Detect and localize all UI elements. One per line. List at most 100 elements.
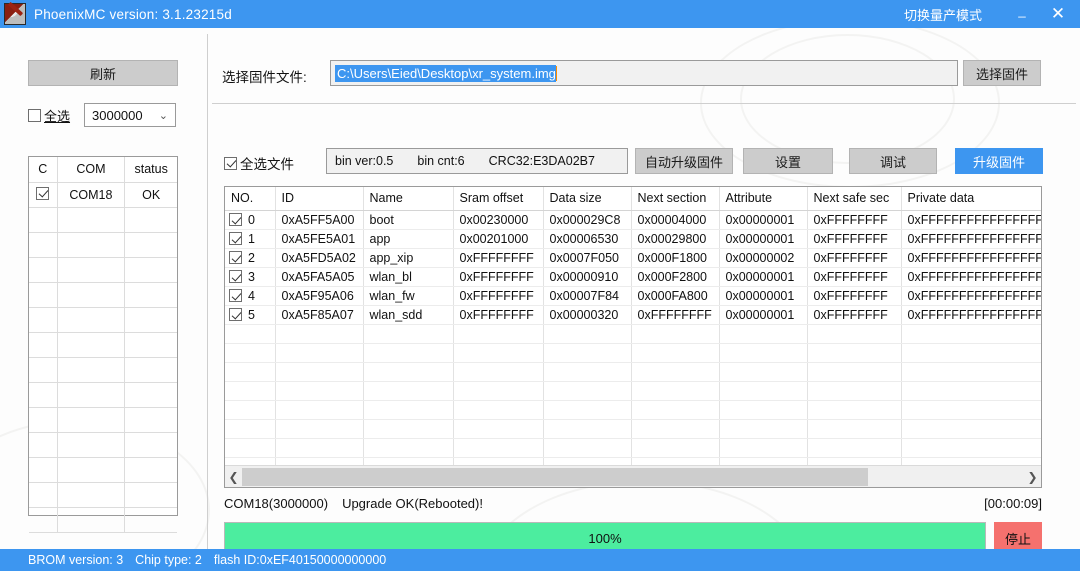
com-table-empty-row	[29, 207, 177, 232]
com-row-checkbox-cell[interactable]	[29, 182, 57, 207]
grid-cell-name: boot	[363, 210, 453, 229]
select-all-ports-checkbox[interactable]	[28, 109, 41, 122]
grid-header-private-data: Private data	[901, 187, 1041, 210]
com-port-table[interactable]: C COM status COM18OK	[28, 156, 178, 516]
grid-cell-id: 0xA5FA5A05	[275, 267, 363, 286]
firmware-path-input[interactable]: C:\Users\Eied\Desktop\xr_system.img	[330, 60, 958, 86]
scroll-right-icon[interactable]: ❯	[1024, 467, 1041, 487]
grid-row-checkbox[interactable]	[229, 270, 242, 283]
grid-row-checkbox[interactable]	[229, 232, 242, 245]
grid-cell-next-section: 0x000FA800	[631, 286, 719, 305]
upgrade-firmware-button[interactable]: 升级固件	[955, 148, 1043, 174]
app-logo-icon	[4, 3, 26, 25]
grid-header-sram-offset: Sram offset	[453, 187, 543, 210]
grid-cell-next-safe-sec: 0xFFFFFFFF	[807, 267, 901, 286]
select-all-files-label: 全选文件	[240, 153, 294, 173]
auto-upgrade-firmware-button[interactable]: 自动升级固件	[635, 148, 733, 174]
com-header-status: status	[125, 157, 177, 182]
grid-row[interactable]: 40xA5F95A06wlan_fw0xFFFFFFFF0x00007F840x…	[225, 286, 1041, 305]
grid-cell-sram-offset: 0xFFFFFFFF	[453, 305, 543, 324]
minimize-icon[interactable]: _	[1004, 0, 1040, 28]
grid-cell-private-data: 0xFFFFFFFFFFFFFFFFFF	[901, 210, 1041, 229]
close-icon[interactable]: ✕	[1040, 0, 1076, 28]
status-elapsed-time: [00:00:09]	[984, 496, 1042, 511]
grid-cell-attribute: 0x00000001	[719, 286, 807, 305]
grid-cell-no[interactable]: 5	[225, 305, 275, 324]
com-table-header-row: C COM status	[29, 157, 177, 182]
grid-row[interactable]: 50xA5F85A07wlan_sdd0xFFFFFFFF0x000003200…	[225, 305, 1041, 324]
baudrate-select[interactable]: 3000000 ⌄	[84, 103, 176, 127]
grid-cell-name: app	[363, 229, 453, 248]
scrollbar-thumb[interactable]	[242, 468, 868, 486]
text-caret	[556, 66, 557, 81]
select-all-ports-row[interactable]: 全选	[28, 106, 70, 125]
grid-row[interactable]: 20xA5FD5A02app_xip0xFFFFFFFF0x0007F0500x…	[225, 248, 1041, 267]
grid-cell-next-section: 0x000F1800	[631, 248, 719, 267]
grid-cell-no[interactable]: 0	[225, 210, 275, 229]
grid-cell-id: 0xA5F85A07	[275, 305, 363, 324]
com-table-row[interactable]: COM18OK	[29, 182, 177, 207]
bin-count-text: bin cnt:6	[417, 154, 464, 168]
switch-production-mode-button[interactable]: 切换量产模式	[904, 5, 982, 24]
grid-cell-next-section: 0xFFFFFFFF	[631, 305, 719, 324]
com-table-empty-row	[29, 357, 177, 382]
debug-button[interactable]: 调试	[849, 148, 937, 174]
chevron-down-icon: ⌄	[159, 109, 168, 122]
grid-cell-attribute: 0x00000001	[719, 305, 807, 324]
com-row-checkbox[interactable]	[36, 187, 49, 200]
grid-row[interactable]: 30xA5FA5A05wlan_bl0xFFFFFFFF0x000009100x…	[225, 267, 1041, 286]
grid-horizontal-scrollbar[interactable]: ❮ ❯	[225, 465, 1041, 487]
grid-cell-name: wlan_fw	[363, 286, 453, 305]
grid-cell-no[interactable]: 4	[225, 286, 275, 305]
status-port-info: COM18(3000000)	[224, 496, 328, 511]
grid-cell-data-size: 0x00006530	[543, 229, 631, 248]
select-all-files-row[interactable]: 全选文件	[224, 153, 294, 173]
grid-empty-row	[225, 381, 1041, 400]
refresh-button[interactable]: 刷新	[28, 60, 178, 86]
grid-header-id: ID	[275, 187, 363, 210]
grid-row-number: 5	[248, 308, 255, 322]
grid-row-number: 3	[248, 270, 255, 284]
grid-row-checkbox[interactable]	[229, 308, 242, 321]
grid-cell-name: wlan_sdd	[363, 305, 453, 324]
grid-header-next-safe-sec: Next safe sec	[807, 187, 901, 210]
com-table-empty-row	[29, 382, 177, 407]
grid-row[interactable]: 10xA5FE5A01app0x002010000x000065300x0002…	[225, 229, 1041, 248]
grid-cell-sram-offset: 0x00201000	[453, 229, 543, 248]
grid-row[interactable]: 00xA5FF5A00boot0x002300000x000029C80x000…	[225, 210, 1041, 229]
grid-header-next-section: Next section	[631, 187, 719, 210]
grid-cell-attribute: 0x00000002	[719, 248, 807, 267]
bin-info-field: bin ver:0.5 bin cnt:6 CRC32:E3DA02B7	[326, 148, 628, 174]
com-header-c: C	[29, 157, 57, 182]
select-all-files-checkbox[interactable]	[224, 157, 237, 170]
grid-row-checkbox[interactable]	[229, 213, 242, 226]
scrollbar-track[interactable]	[242, 467, 1024, 487]
grid-header-attribute: Attribute	[719, 187, 807, 210]
grid-cell-private-data: 0xFFFFFFFFFFFFFFFFFF	[901, 305, 1041, 324]
bottom-status-bar: BROM version: 3 Chip type: 2 flash ID:0x…	[0, 549, 1080, 571]
grid-row-number: 4	[248, 289, 255, 303]
grid-row-checkbox[interactable]	[229, 289, 242, 302]
grid-cell-no[interactable]: 3	[225, 267, 275, 286]
firmware-file-label: 选择固件文件:	[222, 66, 307, 86]
grid-cell-sram-offset: 0xFFFFFFFF	[453, 286, 543, 305]
grid-cell-no[interactable]: 2	[225, 248, 275, 267]
grid-cell-attribute: 0x00000001	[719, 229, 807, 248]
scroll-left-icon[interactable]: ❮	[225, 467, 242, 487]
title-bar: PhoenixMC version: 3.1.23215d 切换量产模式 _ ✕	[0, 0, 1080, 28]
com-table-empty-row	[29, 457, 177, 482]
grid-row-checkbox[interactable]	[229, 251, 242, 264]
com-row-port: COM18	[57, 182, 125, 207]
grid-cell-next-safe-sec: 0xFFFFFFFF	[807, 229, 901, 248]
firmware-sections-grid[interactable]: NO. ID Name Sram offset Data size Next s…	[224, 186, 1042, 488]
com-header-com: COM	[57, 157, 125, 182]
settings-button[interactable]: 设置	[743, 148, 833, 174]
grid-cell-no[interactable]: 1	[225, 229, 275, 248]
grid-cell-attribute: 0x00000001	[719, 267, 807, 286]
grid-cell-next-section: 0x00004000	[631, 210, 719, 229]
grid-cell-private-data: 0xFFFFFFFFFFFFFFFFFF	[901, 286, 1041, 305]
select-firmware-button[interactable]: 选择固件	[963, 60, 1041, 86]
status-message-group: COM18(3000000) Upgrade OK(Rebooted)!	[224, 496, 483, 511]
com-table-empty-row	[29, 232, 177, 257]
app-title: PhoenixMC version: 3.1.23215d	[34, 7, 232, 22]
